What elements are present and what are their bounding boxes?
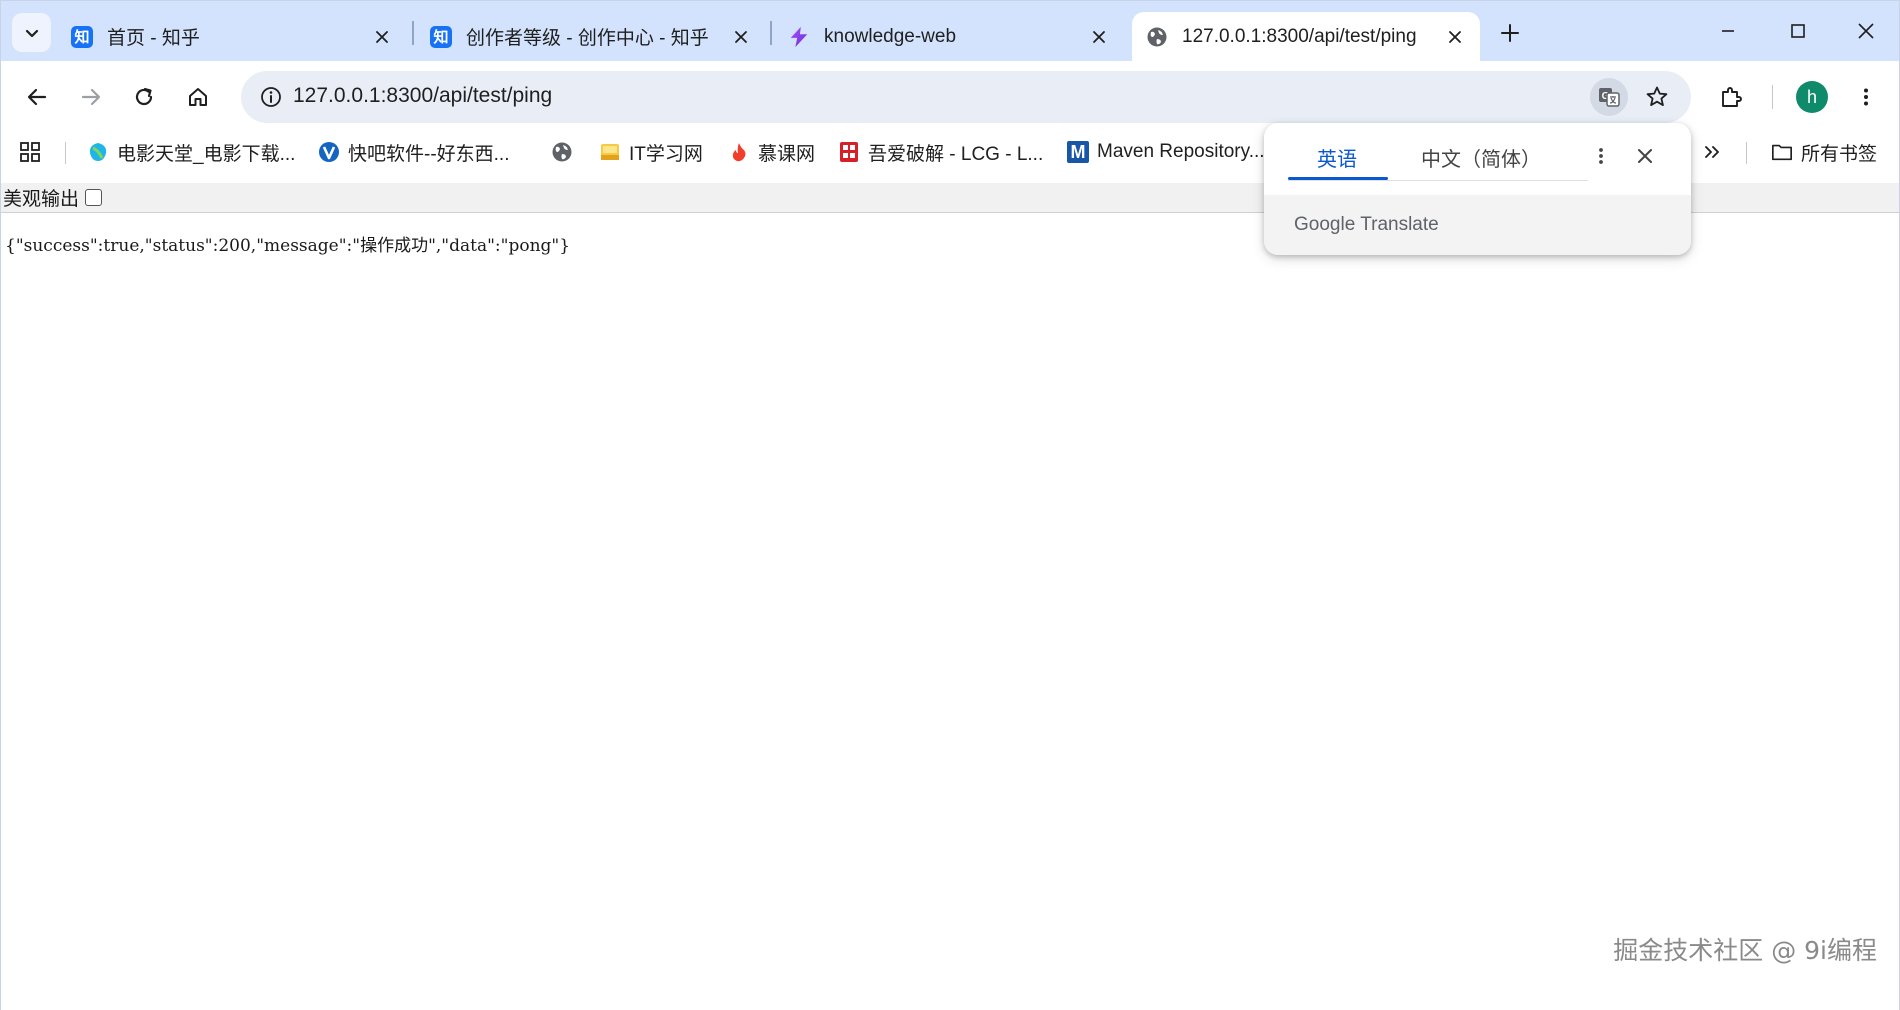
site-info-button[interactable] bbox=[253, 79, 289, 115]
close-icon[interactable] bbox=[1088, 26, 1110, 48]
puzzle-icon bbox=[1719, 85, 1743, 109]
plus-icon bbox=[1500, 23, 1520, 43]
minimize-button[interactable] bbox=[1706, 11, 1750, 51]
bookmark-label: 电影天堂_电影下载... bbox=[117, 143, 296, 165]
tab-separator bbox=[412, 21, 414, 45]
bookmark-52pojie[interactable]: 吾爱破解 - LCG - L... bbox=[838, 136, 1043, 168]
close-icon bbox=[1857, 22, 1875, 40]
more-vertical-icon bbox=[1591, 146, 1611, 166]
new-tab-button[interactable] bbox=[1494, 17, 1526, 49]
tab-separator bbox=[770, 21, 772, 45]
globe-icon bbox=[551, 141, 573, 163]
seal-icon bbox=[838, 141, 860, 163]
home-button[interactable] bbox=[176, 75, 220, 119]
tab-title: knowledge-web bbox=[824, 25, 957, 47]
bookmark-maven[interactable]: M Maven Repository... bbox=[1067, 136, 1265, 168]
bookmark-label: 快吧软件--好东西... bbox=[348, 143, 510, 165]
tab-strip: 知 首页 - 知乎 知 创作者等级 - 创作中心 - 知乎 knowledge-… bbox=[1, 1, 1899, 61]
bookmark-imooc[interactable]: 慕课网 bbox=[728, 136, 815, 168]
forward-button[interactable] bbox=[69, 75, 113, 119]
browser-window: 知 首页 - 知乎 知 创作者等级 - 创作中心 - 知乎 knowledge-… bbox=[0, 0, 1900, 1010]
bookmark-kuaiba[interactable]: 快吧软件--好东西... bbox=[318, 136, 510, 168]
maven-m-icon: M bbox=[1067, 141, 1089, 163]
tab-search-button[interactable] bbox=[12, 13, 51, 52]
translate-icon: G bbox=[1597, 85, 1621, 109]
tab-source-language[interactable]: 英语 bbox=[1317, 143, 1357, 172]
extensions-button[interactable] bbox=[1709, 75, 1753, 119]
navigation-toolbar: 127.0.0.1:8300/api/test/ping G h bbox=[1, 61, 1899, 131]
translate-button[interactable]: G bbox=[1590, 78, 1628, 116]
bookmarks-overflow-button[interactable] bbox=[1701, 136, 1731, 168]
translate-popup: 英语 中文（简体） Google Translate bbox=[1264, 123, 1691, 255]
v-shield-icon bbox=[318, 141, 340, 163]
folder-note-icon bbox=[599, 141, 621, 163]
chevron-down-icon bbox=[24, 25, 40, 41]
bookmark-it-study[interactable]: IT学习网 bbox=[599, 136, 703, 168]
translate-language-tabs: 英语 中文（简体） bbox=[1288, 123, 1588, 181]
globe-icon bbox=[1146, 26, 1168, 48]
google-translate-brand: Google Translate bbox=[1294, 214, 1439, 235]
active-tab-indicator bbox=[1288, 177, 1388, 180]
apps-grid-icon bbox=[19, 141, 41, 163]
bookmarks-separator bbox=[65, 142, 66, 164]
tab-api-ping[interactable]: 127.0.0.1:8300/api/test/ping bbox=[1132, 12, 1480, 61]
bookmark-star-button[interactable] bbox=[1638, 78, 1676, 116]
page-content: 美观输出 {"success":true,"status":200,"messa… bbox=[1, 173, 1899, 1010]
all-bookmarks-button[interactable]: 所有书签 bbox=[1771, 136, 1877, 168]
tab-zhihu-home[interactable]: 知 首页 - 知乎 bbox=[57, 12, 407, 61]
double-chevron-right-icon bbox=[1701, 141, 1723, 163]
maximize-icon bbox=[1790, 23, 1806, 39]
bookmark-globe[interactable] bbox=[551, 136, 581, 168]
tab-title: 127.0.0.1:8300/api/test/ping bbox=[1182, 25, 1417, 47]
translate-close-button[interactable] bbox=[1630, 141, 1660, 171]
prettyprint-label: 美观输出 bbox=[3, 189, 80, 210]
close-icon[interactable] bbox=[371, 26, 393, 48]
tab-target-language[interactable]: 中文（简体） bbox=[1421, 143, 1541, 172]
info-icon bbox=[260, 86, 282, 108]
apps-button[interactable] bbox=[19, 136, 49, 168]
window-close-button[interactable] bbox=[1844, 11, 1888, 51]
reload-icon bbox=[133, 86, 155, 108]
tab-title: 首页 - 知乎 bbox=[107, 28, 200, 49]
address-bar[interactable]: 127.0.0.1:8300/api/test/ping G bbox=[241, 71, 1691, 123]
reload-button[interactable] bbox=[122, 75, 166, 119]
prettyprint-checkbox[interactable] bbox=[85, 189, 103, 206]
close-icon[interactable] bbox=[730, 26, 752, 48]
leaf-icon bbox=[87, 141, 109, 163]
more-vertical-icon bbox=[1855, 86, 1877, 108]
arrow-right-icon bbox=[80, 86, 102, 108]
bookmarks-separator bbox=[1746, 142, 1747, 164]
bookmark-label: 吾爱破解 - LCG - L... bbox=[868, 143, 1044, 165]
bookmark-label: Maven Repository... bbox=[1097, 141, 1265, 162]
tab-zhihu-creator[interactable]: 知 创作者等级 - 创作中心 - 知乎 bbox=[416, 12, 766, 61]
toolbar-divider bbox=[1772, 85, 1773, 109]
zhihu-icon: 知 bbox=[71, 25, 93, 48]
close-icon[interactable] bbox=[1444, 26, 1466, 48]
translate-options-button[interactable] bbox=[1586, 141, 1616, 171]
home-icon bbox=[187, 86, 209, 108]
json-response-text: {"success":true,"status":200,"message":"… bbox=[5, 236, 571, 256]
maximize-button[interactable] bbox=[1776, 11, 1820, 51]
close-icon bbox=[1636, 147, 1654, 165]
folder-icon bbox=[1771, 141, 1793, 163]
url-text[interactable]: 127.0.0.1:8300/api/test/ping bbox=[293, 84, 552, 108]
profile-avatar[interactable]: h bbox=[1796, 81, 1828, 113]
tab-title: 创作者等级 - 创作中心 - 知乎 bbox=[466, 28, 709, 49]
lightning-icon bbox=[788, 26, 810, 48]
bookmark-label: IT学习网 bbox=[629, 143, 703, 165]
translate-footer: Google Translate bbox=[1264, 195, 1691, 255]
star-icon bbox=[1645, 85, 1669, 109]
tab-knowledge-web[interactable]: knowledge-web bbox=[774, 12, 1124, 61]
all-bookmarks-label: 所有书签 bbox=[1801, 143, 1878, 165]
back-button[interactable] bbox=[15, 75, 59, 119]
minimize-icon bbox=[1720, 23, 1736, 39]
flame-icon bbox=[728, 141, 750, 163]
zhihu-icon: 知 bbox=[430, 25, 452, 48]
browser-menu-button[interactable] bbox=[1844, 75, 1888, 119]
watermark-text: 掘金技术社区 @ 9i编程 bbox=[1613, 936, 1877, 965]
bookmark-dytt[interactable]: 电影天堂_电影下载... bbox=[87, 136, 295, 168]
bookmark-label: 慕课网 bbox=[758, 143, 816, 165]
arrow-left-icon bbox=[26, 86, 48, 108]
